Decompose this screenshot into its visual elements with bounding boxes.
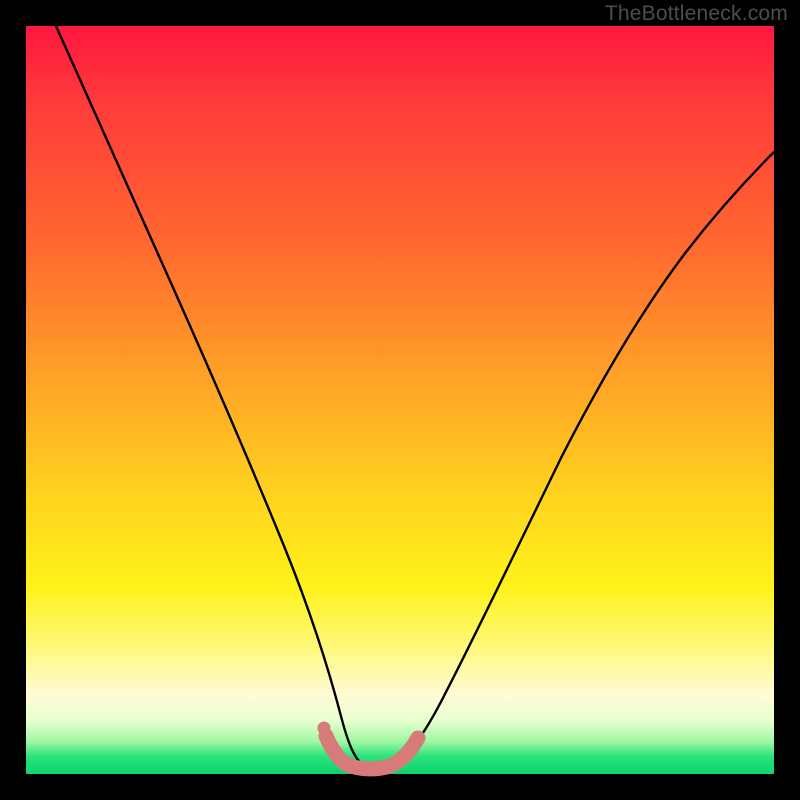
curve-svg bbox=[26, 26, 774, 774]
watermark-text: TheBottleneck.com bbox=[605, 2, 788, 26]
chart-frame: TheBottleneck.com bbox=[0, 0, 800, 800]
highlight-dot-left bbox=[318, 722, 331, 735]
bottleneck-curve bbox=[56, 26, 774, 768]
highlight-band bbox=[326, 736, 418, 769]
plot-area bbox=[26, 26, 774, 774]
